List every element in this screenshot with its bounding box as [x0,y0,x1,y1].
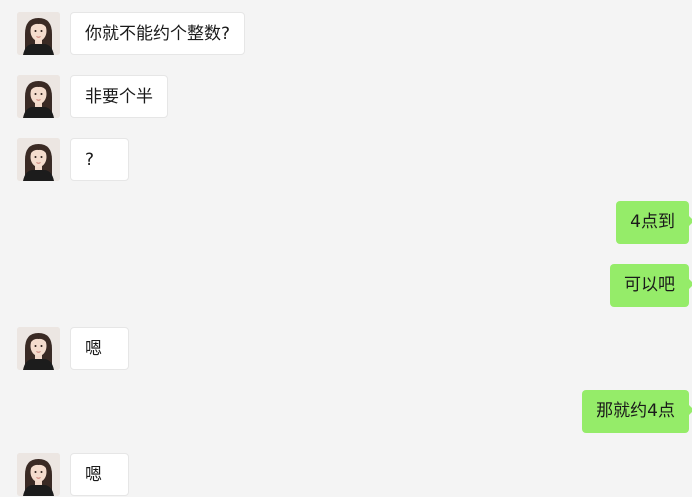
contact-avatar-icon[interactable] [17,12,60,55]
message-bubble[interactable]: 嗯 [70,453,129,496]
message-bubble[interactable]: 非要个半 [70,75,168,118]
message-bubble[interactable]: 那就约4点 [582,390,692,433]
contact-avatar-icon[interactable] [17,453,60,496]
chat-message-list: 你就不能约个整数? 非要个半 ? 4点到 可以吧 嗯 那就约4点 嗯 [0,0,692,497]
contact-avatar-icon[interactable] [17,327,60,370]
message-bubble[interactable]: 嗯 [70,327,129,370]
message-bubble[interactable]: ? [70,138,129,181]
contact-avatar-icon[interactable] [17,138,60,181]
message-bubble[interactable]: 4点到 [616,201,692,244]
contact-avatar-icon[interactable] [17,75,60,118]
message-bubble[interactable]: 可以吧 [610,264,692,307]
message-bubble[interactable]: 你就不能约个整数? [70,12,246,55]
